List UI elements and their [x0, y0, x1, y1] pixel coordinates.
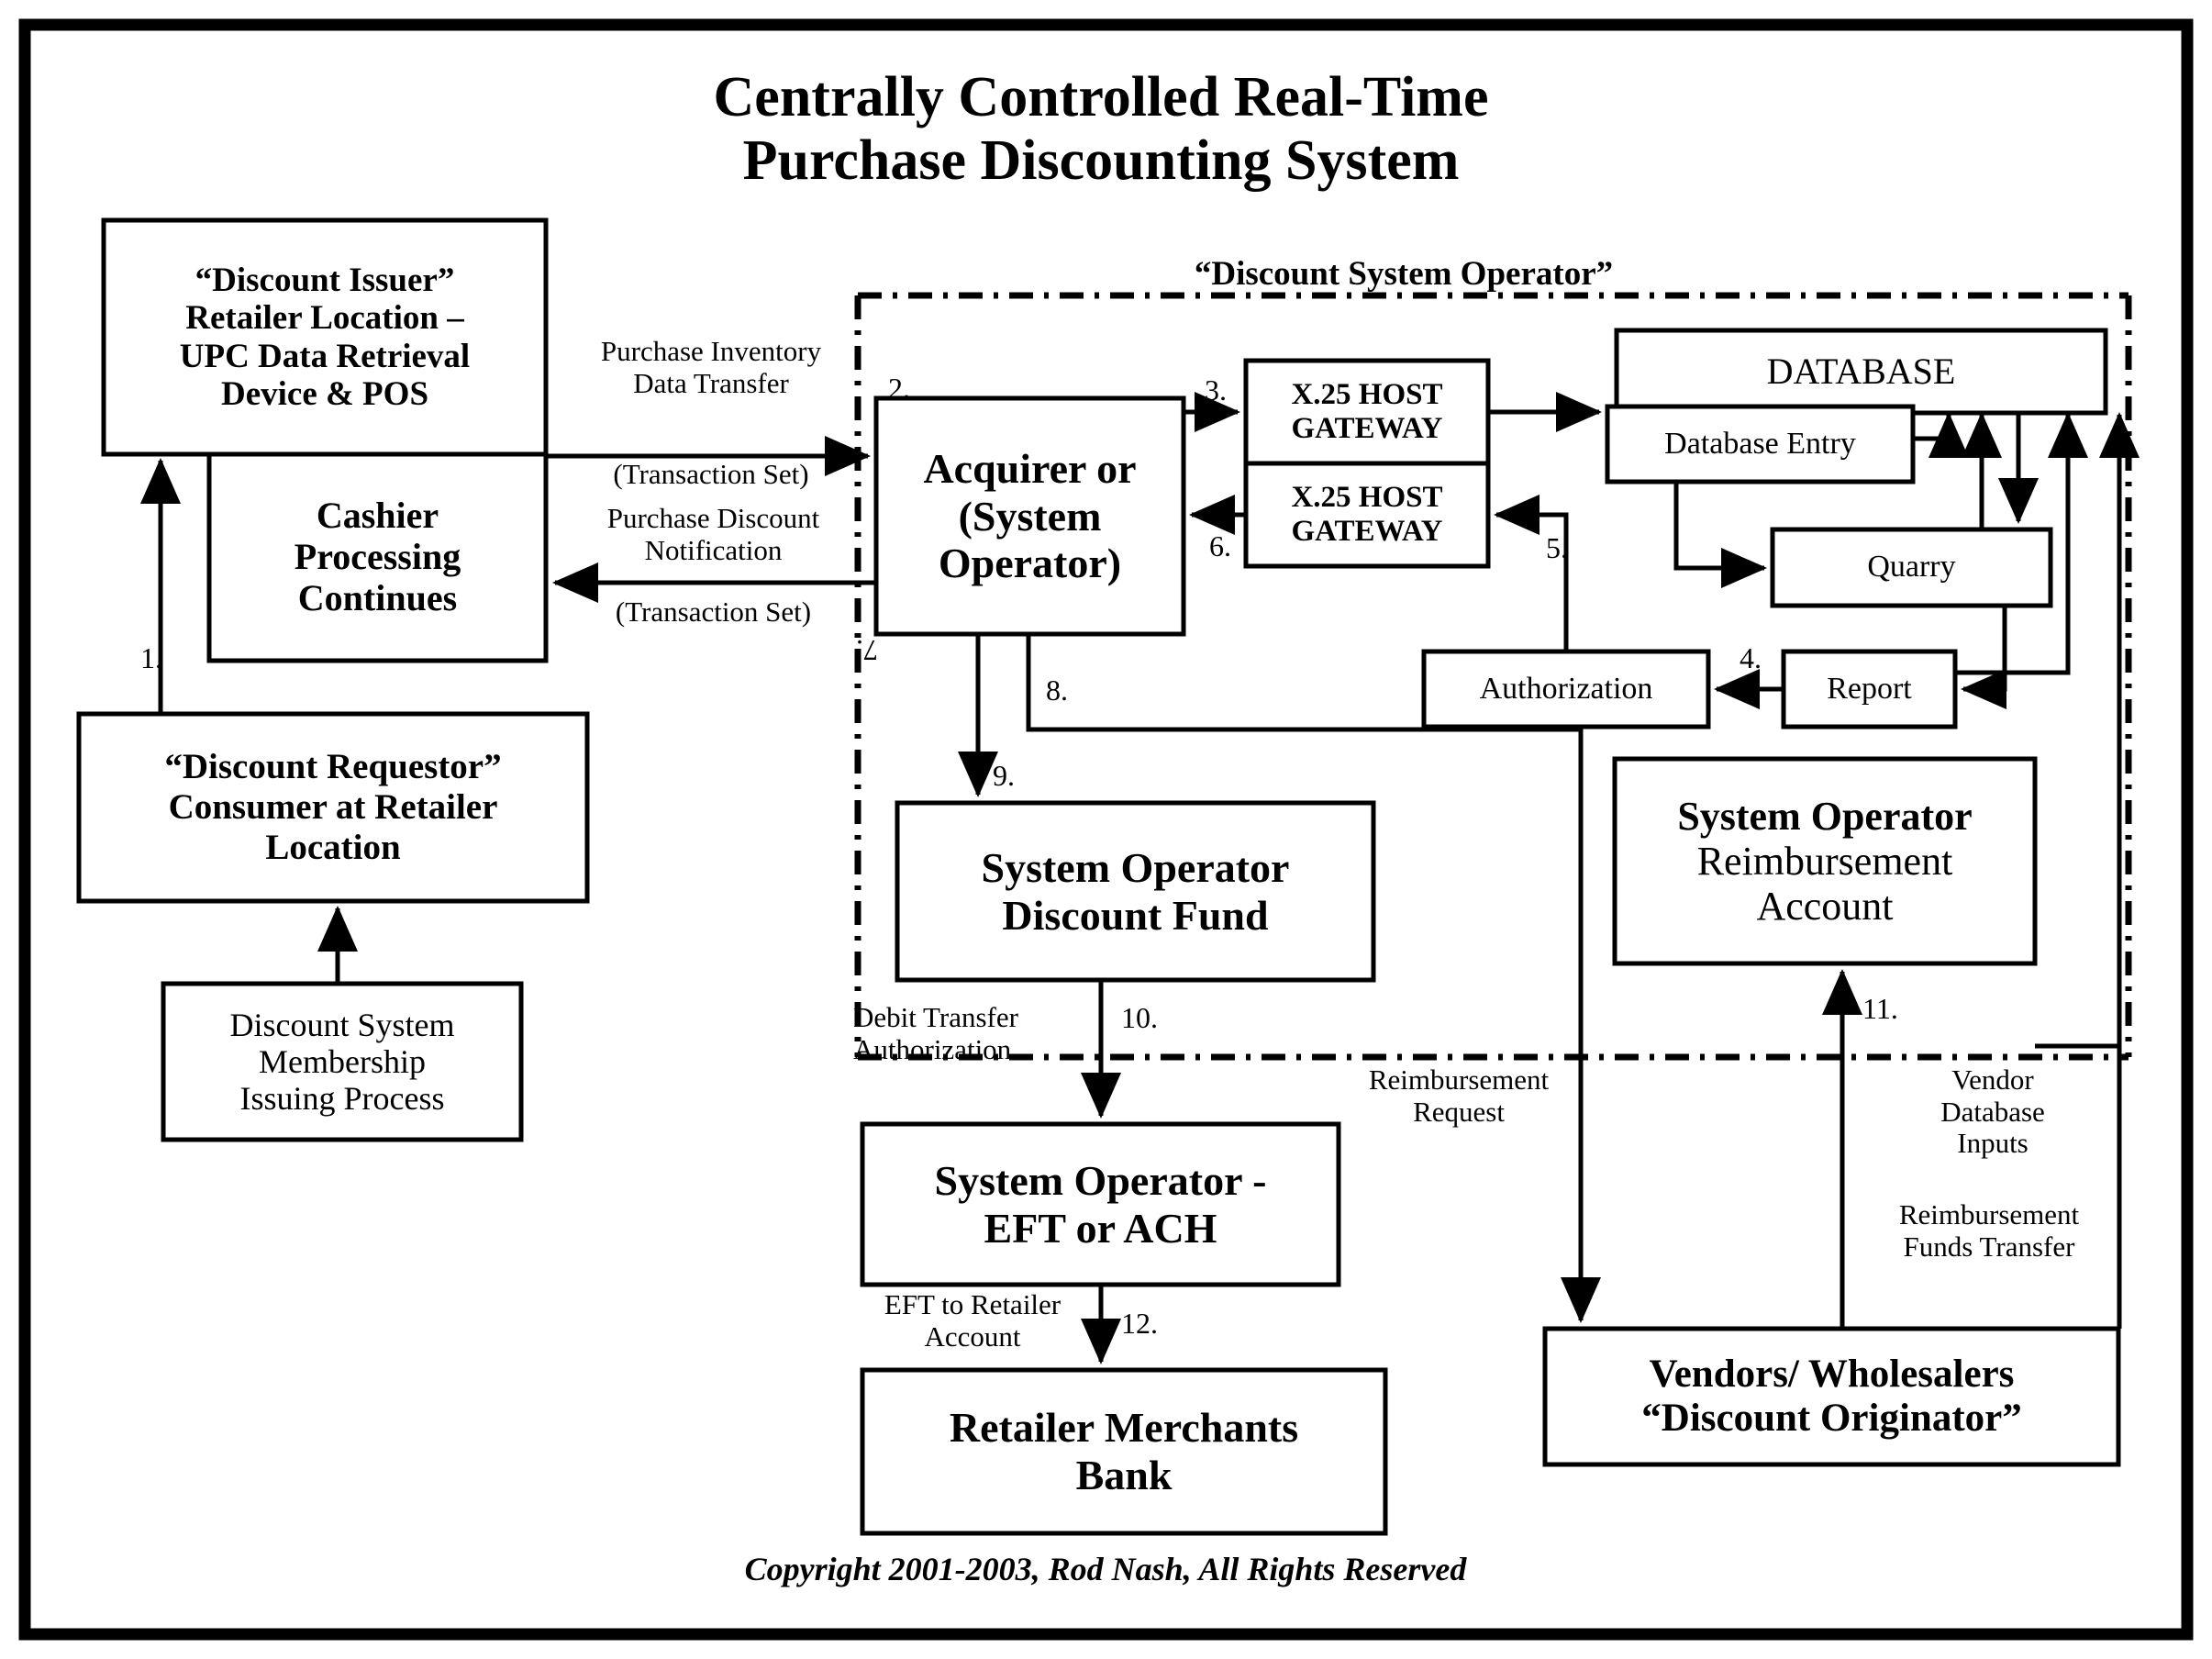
discount-fund-line1: System Operator	[981, 843, 1290, 891]
step-number-6: 6.	[1209, 529, 1231, 562]
step-number-11: 11.	[1862, 992, 1898, 1025]
step-number-7: 7.	[856, 633, 878, 667]
reimbursement-request-line1: Reimbursement	[1368, 1063, 1550, 1096]
eft-ach-line2: EFT or ACH	[984, 1204, 1217, 1252]
cashier-line3: Continues	[297, 576, 458, 618]
discount-issuer-line3: UPC Data Retrieval	[179, 337, 471, 375]
vendor-db-line1: Vendor	[1951, 1063, 2034, 1096]
step-number-9: 9.	[993, 759, 1015, 792]
discount-fund-line2: Discount Fund	[1002, 891, 1269, 939]
discount-issuer-line4: Device & POS	[220, 374, 429, 413]
edge-vendor-db-inputs	[2068, 415, 2122, 1329]
edge-label-debit-transfer: Debit Transfer Authorization	[853, 1001, 1101, 1065]
label-discount-requestor: “Discount Requestor” Consumer at Retaile…	[79, 714, 587, 901]
reimbursement-account-line3: Account	[1756, 884, 1894, 930]
label-discount-issuer: “Discount Issuer” Retailer Location – UP…	[104, 220, 546, 454]
debit-transfer-line2: Authorization	[853, 1032, 1012, 1065]
label-eft-ach: System Operator - EFT or ACH	[862, 1124, 1339, 1285]
edge-database-entry-to-quarry	[1673, 482, 1768, 588]
label-reimbursement-account: System Operator Reimbursement Account	[1615, 759, 2035, 963]
debit-transfer-line1: Debit Transfer	[853, 1001, 1018, 1033]
page-title: Centrally Controlled Real-Time Purchase …	[606, 66, 1596, 194]
discount-requestor-line1: “Discount Requestor”	[164, 747, 502, 787]
cashier-line2: Processing	[294, 536, 461, 578]
operator-zone-label: “Discount System Operator”	[1194, 255, 1614, 293]
reimbursement-account-line1: System Operator	[1677, 793, 1973, 839]
acquirer-line2: (System	[958, 492, 1102, 540]
vendor-db-line2: Database	[1940, 1095, 2045, 1128]
label-database-entry: Database Entry	[1664, 426, 1856, 461]
label-vendors: Vendors/ Wholesalers “Discount Originato…	[1545, 1329, 2118, 1464]
merchants-bank-line2: Bank	[1075, 1452, 1173, 1498]
purchase-inventory-line2: Data Transfer	[633, 366, 789, 399]
step-number-10: 10.	[1121, 1001, 1158, 1034]
edge-label-purchase-inventory: Purchase Inventory Data Transfer	[560, 335, 862, 399]
label-gateway-bottom: X.25 HOST GATEWAY	[1246, 463, 1488, 566]
label-database: DATABASE	[1766, 350, 1956, 392]
vendors-line1: Vendors/ Wholesalers	[1649, 1352, 2015, 1396]
cashier-line1: Cashier	[316, 495, 439, 537]
membership-line2: Membership	[259, 1042, 426, 1080]
reimbursement-funds-line2: Funds Transfer	[1903, 1230, 2075, 1263]
step-number-8: 8.	[1046, 674, 1068, 707]
reimbursement-funds-line1: Reimbursement	[1898, 1198, 2080, 1230]
label-authorization: Authorization	[1479, 671, 1653, 706]
membership-line3: Issuing Process	[239, 1080, 445, 1118]
edge-label-purchase-discount: Purchase Discount Notification	[560, 502, 867, 566]
purchase-inventory-line1: Purchase Inventory	[600, 335, 822, 367]
reimbursement-request-line2: Request	[1413, 1095, 1505, 1128]
step-number-4: 4.	[1740, 641, 1762, 674]
step-number-5: 5.	[1546, 531, 1568, 564]
eft-ach-line1: System Operator -	[934, 1156, 1267, 1204]
vendors-line2: “Discount Originator”	[1641, 1397, 2022, 1440]
gateway-bottom-line1: X.25 HOST	[1291, 481, 1443, 515]
edge-label-eft-to-retailer: EFT to Retailer Account	[853, 1288, 1092, 1353]
label-merchants-bank: Retailer Merchants Bank	[862, 1370, 1385, 1533]
discount-issuer-line2: Retailer Location –	[185, 299, 464, 338]
merchants-bank-line1: Retailer Merchants	[949, 1404, 1299, 1452]
step-number-1: 1.	[140, 641, 162, 674]
eft-to-retailer-line1: EFT to Retailer	[884, 1288, 1062, 1320]
edge-quarry-to-report	[1960, 606, 2007, 709]
discount-requestor-line2: Consumer at Retailer	[168, 787, 498, 828]
step-number-12: 12.	[1121, 1307, 1158, 1340]
label-quarry: Quarry	[1867, 550, 1956, 585]
gateway-bottom-line2: GATEWAY	[1291, 515, 1443, 548]
edge-label-reimbursement-request: Reimbursement Request	[1321, 1063, 1596, 1128]
edge-label-vendor-database-inputs: Vendor Database Inputs	[1901, 1063, 2084, 1160]
discount-issuer-line1: “Discount Issuer”	[195, 261, 455, 299]
step-number-3: 3.	[1205, 373, 1227, 406]
label-report: Report	[1827, 671, 1912, 706]
label-acquirer: Acquirer or (System Operator)	[876, 398, 1184, 634]
edge-entry-up-to-database	[1913, 411, 1969, 458]
copyright-notice: Copyright 2001-2003, Rod Nash, All Right…	[744, 1551, 1467, 1587]
purchase-discount-line1: Purchase Discount	[606, 502, 820, 534]
gateway-top-line2: GATEWAY	[1291, 412, 1443, 445]
page-title-line2: Purchase Discounting System	[742, 129, 1460, 193]
page-title-line1: Centrally Controlled Real-Time	[713, 66, 1489, 128]
diagram-canvas: Centrally Controlled Real-Time Purchase …	[0, 0, 2212, 1659]
membership-line1: Discount System	[229, 1006, 455, 1043]
label-gateway-top: X.25 HOST GATEWAY	[1246, 361, 1488, 463]
acquirer-line3: Operator)	[938, 540, 1122, 587]
label-cashier: Cashier Processing Continues	[209, 454, 546, 661]
edge-label-purchase-discount-set: (Transaction Set)	[615, 596, 812, 628]
gateway-top-line1: X.25 HOST	[1291, 378, 1443, 412]
reimbursement-account-line2: Reimbursement	[1696, 838, 1953, 884]
label-discount-fund: System Operator Discount Fund	[897, 803, 1373, 980]
step-number-2: 2.	[888, 372, 910, 405]
purchase-discount-line2: Notification	[644, 533, 783, 566]
edge-label-reimbursement-funds: Reimbursement Funds Transfer	[1851, 1198, 2127, 1263]
vendor-db-line3: Inputs	[1957, 1127, 2029, 1160]
discount-requestor-line3: Location	[265, 827, 401, 867]
label-membership: Discount System Membership Issuing Proce…	[163, 984, 521, 1140]
edge-label-purchase-inventory-set: (Transaction Set)	[613, 458, 809, 490]
acquirer-line1: Acquirer or	[923, 445, 1137, 493]
eft-to-retailer-line2: Account	[924, 1319, 1021, 1353]
